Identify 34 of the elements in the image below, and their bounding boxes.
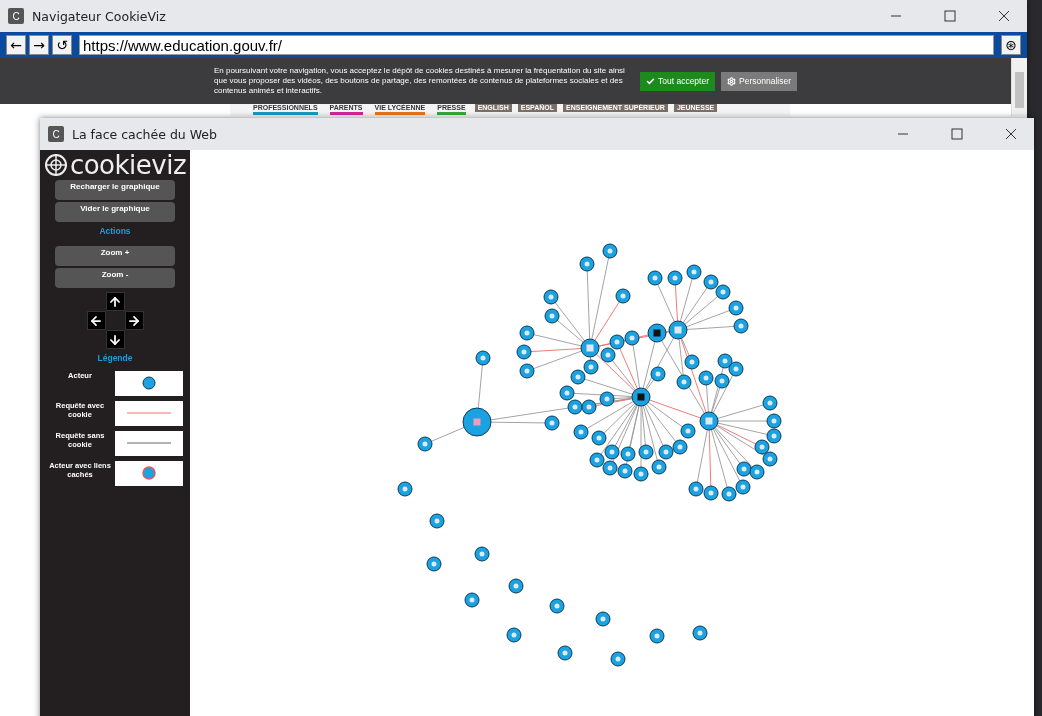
url-field[interactable]: https://www.education.gouv.fr/ — [79, 35, 994, 55]
window-title: La face cachée du Web — [72, 126, 218, 142]
zoom-button[interactable]: Zoom - — [55, 268, 175, 288]
graph-nodes[interactable] — [397, 243, 782, 667]
gear-icon — [727, 76, 736, 86]
app-icon: C — [8, 8, 24, 24]
accept-button[interactable]: Tout accepter — [640, 71, 715, 91]
legend-swatch — [115, 371, 183, 396]
legend-swatch — [115, 401, 183, 426]
arrow-left-icon — [89, 313, 103, 328]
arrow-right-icon — [127, 313, 141, 328]
scrollbar[interactable] — [1011, 58, 1027, 116]
logo: cookieviz — [69, 152, 187, 178]
zoom-button[interactable]: Zoom + — [55, 246, 175, 266]
sidebar-button[interactable]: Vider le graphique — [55, 202, 175, 222]
left-arrow-button[interactable] — [86, 311, 106, 330]
window-title: Navigateur CookieViz — [32, 8, 167, 24]
section-title: Légende — [97, 353, 133, 363]
cookie-notice: En poursuivant votre navigation, vous acceptez le dépôt de cookies destinés à mesurer la fréquentation du site ainsi que vous proposer des vidéos, des boutons de partage, des remontées de contenus de plateformes sociales et des contenus animés et interactifs. — [214, 66, 626, 96]
app-icon: C — [48, 126, 64, 142]
up-arrow-button[interactable] — [105, 292, 125, 311]
back-button[interactable]: ← — [6, 35, 26, 55]
legend-swatch — [115, 431, 183, 456]
legend-swatch — [115, 461, 183, 486]
down-arrow-button[interactable] — [105, 330, 125, 349]
forward-button[interactable]: → — [29, 35, 49, 55]
check-icon — [646, 76, 655, 86]
crosshair-icon — [43, 153, 68, 177]
right-arrow-button[interactable] — [124, 311, 144, 330]
sidebar-button[interactable]: Recharger le graphique — [55, 180, 175, 200]
go-button[interactable]: ⊛ — [1001, 35, 1021, 55]
reload-button[interactable]: ↺ — [52, 35, 72, 55]
customize-button[interactable]: Personnaliser — [721, 71, 797, 91]
section-title: Actions — [99, 226, 131, 236]
